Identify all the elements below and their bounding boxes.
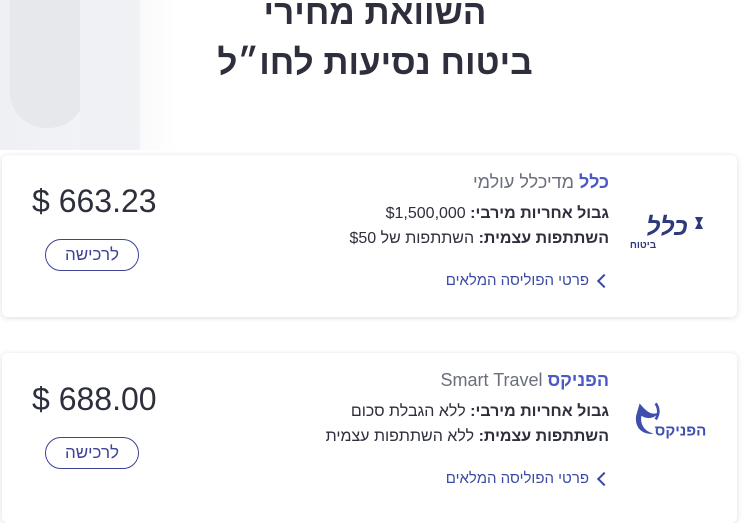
logo-text: כלל [646,213,688,241]
phoenix-logo-icon: הפניקס [635,402,707,439]
liability-label: גבול אחריות מירבי: [470,403,609,420]
offer-card: $ 663.23 לרכישה כלל מדיכלל עולמי גבול אח… [2,155,737,317]
deductible-value: ללא השתתפות עצמית [325,428,475,445]
liability-row: גבול אחריות מירבי: $1,500,000 [279,201,609,226]
company-name: הפניקס [547,370,609,390]
chevron-right-icon [596,471,612,487]
offer-card: $ 688.00 לרכישה הפניקס Smart Travel גבול… [2,353,737,523]
policy-details-link[interactable]: פרטי הפוליסה המלאים [279,470,612,487]
clal-logo-icon: כלל ביטוח [630,213,703,251]
company-name: כלל [578,172,609,192]
policy-details-label: פרטי הפוליסה המלאים [445,272,589,289]
offer-details: גבול אחריות מירבי: $1,500,000 השתתפות עצ… [279,201,609,251]
page-title-line-2: ביטוח נסיעות לחו״ל [217,43,533,82]
policy-details-label: פרטי הפוליסה המלאים [445,470,589,487]
price: $ 688.00 [32,381,157,417]
plan-title: כלל מדיכלל עולמי [279,171,609,193]
offer-info: הפניקס Smart Travel גבול אחריות מירבי: ל… [279,353,612,487]
price: $ 663.23 [32,183,157,219]
liability-value: ללא הגבלת סכום [350,403,466,420]
offer-info: כלל מדיכלל עולמי גבול אחריות מירבי: $1,5… [279,155,612,289]
page-title: השוואת מחירי ביטוח נסיעות לחו״ל [0,0,750,88]
deductible-label: השתתפות עצמית: [478,428,609,445]
plan-title: הפניקס Smart Travel [279,369,609,391]
policy-details-link[interactable]: פרטי הפוליסה המלאים [279,272,612,289]
plan-name: Smart Travel [440,370,543,390]
logo-text: הפניקס [655,422,707,439]
buy-button[interactable]: לרכישה [45,239,139,271]
logo-subtext: ביטוח [630,240,657,251]
liability-value: $1,500,000 [385,205,466,222]
liability-label: גבול אחריות מירבי: [470,205,609,222]
plan-name: מדיכלל עולמי [472,172,574,192]
deductible-label: השתתפות עצמית: [478,230,609,247]
deductible-value: השתתפות של $50 [349,230,475,247]
liability-row: גבול אחריות מירבי: ללא הגבלת סכום [279,399,609,424]
chevron-right-icon [596,273,612,289]
deductible-row: השתתפות עצמית: השתתפות של $50 [279,226,609,251]
deductible-row: השתתפות עצמית: ללא השתתפות עצמית [279,424,609,449]
offer-details: גבול אחריות מירבי: ללא הגבלת סכום השתתפו… [279,399,609,449]
page-title-line-1: השוואת מחירי [263,0,487,32]
buy-button[interactable]: לרכישה [45,437,139,469]
